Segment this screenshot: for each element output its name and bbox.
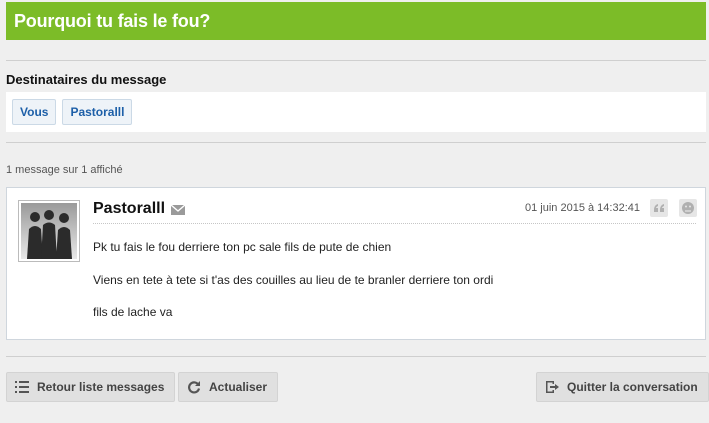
message-line: fils de lache va: [93, 305, 173, 319]
message-date: 01 juin 2015 à 14:32:41: [525, 202, 640, 214]
mail-icon[interactable]: [171, 205, 186, 215]
page-title: Pourquoi tu fais le fou?: [14, 10, 211, 31]
recipient-chip-pastoralll[interactable]: Pastoralll: [62, 99, 133, 125]
list-icon: [15, 381, 29, 393]
divider: [6, 60, 706, 61]
back-to-list-label: Retour liste messages: [37, 380, 165, 394]
refresh-button[interactable]: Actualiser: [178, 372, 279, 402]
recipients-list: Vous Pastoralll: [6, 92, 706, 132]
recipient-chip-vous[interactable]: Vous: [12, 99, 57, 125]
message-separator: [93, 223, 696, 224]
avatar[interactable]: [18, 200, 80, 262]
avatar-image: [21, 203, 77, 259]
recipients-heading: Destinataires du message: [6, 72, 167, 87]
refresh-label: Actualiser: [209, 380, 268, 394]
author-name[interactable]: Pastoralll: [93, 200, 165, 218]
message-line: Viens en tete à tete si t'as des couille…: [93, 273, 494, 287]
divider: [6, 356, 706, 357]
quote-icon[interactable]: [650, 199, 668, 217]
leave-conversation-button[interactable]: Quitter la conversation: [536, 372, 709, 402]
exit-icon: [546, 381, 559, 393]
refresh-icon: [188, 381, 201, 394]
divider: [6, 142, 706, 143]
report-icon[interactable]: [679, 199, 697, 217]
message-line: Pk tu fais le fou derriere ton pc sale f…: [93, 240, 392, 254]
message-count: 1 message sur 1 affiché: [6, 164, 123, 176]
message-author: Pastoralll: [93, 200, 186, 218]
title-bar: Pourquoi tu fais le fou?: [6, 2, 706, 40]
message-card: Pastoralll 01 juin 2015 à 14:32:41 Pk tu…: [6, 187, 706, 340]
back-to-list-button[interactable]: Retour liste messages: [6, 372, 176, 402]
leave-conversation-label: Quitter la conversation: [567, 380, 698, 394]
